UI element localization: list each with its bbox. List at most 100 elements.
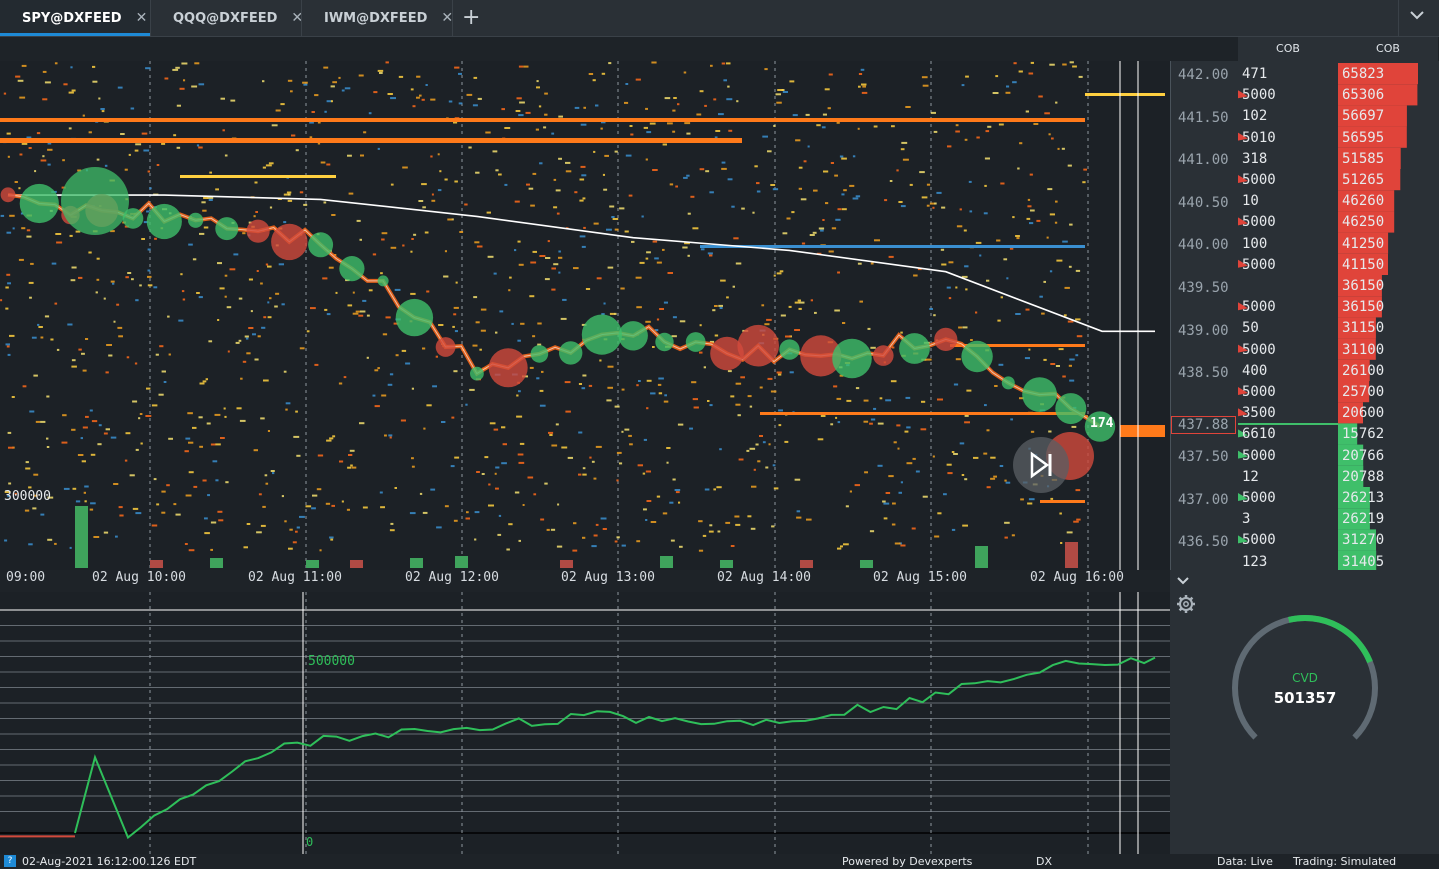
heatmap-cell — [22, 385, 27, 388]
heatmap-cell — [966, 389, 972, 392]
replay-button[interactable] — [1013, 437, 1069, 493]
heatmap-cell — [693, 406, 699, 409]
heatmap-cell — [118, 335, 123, 338]
heatmap-cell — [454, 330, 458, 333]
heatmap-cell — [351, 466, 357, 469]
heatmap-cell — [380, 506, 385, 509]
heatmap-cell — [238, 339, 242, 342]
close-icon[interactable]: ✕ — [136, 10, 148, 26]
heatmap-cell — [614, 150, 618, 153]
heatmap-cell — [1026, 217, 1031, 220]
heatmap-cell — [540, 518, 545, 521]
heatmap-cell — [4, 539, 8, 542]
heatmap-cell — [267, 301, 270, 304]
heatmap-cell — [593, 477, 597, 480]
heatmap-cell — [368, 289, 373, 292]
heatmap-cell — [360, 310, 366, 313]
price-tick-label: 437.50 — [1178, 449, 1229, 465]
tab-spy[interactable]: SPY@DXFEED ✕ — [0, 0, 150, 36]
heatmap-cell — [47, 538, 53, 541]
heatmap-cell — [662, 248, 665, 251]
heatmap-cell — [998, 363, 1004, 366]
heatmap-cell — [68, 127, 72, 130]
heatmap-cell — [423, 427, 426, 430]
heatmap-cell — [707, 252, 713, 255]
info-icon[interactable]: ? — [4, 855, 16, 867]
heatmap-cell — [54, 542, 57, 545]
heatmap-cell — [8, 482, 12, 485]
heatmap-cell — [562, 298, 567, 301]
heatmap-cell — [453, 370, 458, 373]
heatmap-cell — [530, 204, 535, 207]
heatmap-cell — [514, 249, 517, 252]
heatmap-cell — [999, 465, 1004, 467]
heatmap-cell — [466, 93, 473, 96]
heatmap-cell — [46, 395, 50, 398]
heatmap-cell — [904, 430, 909, 433]
heatmap-cell — [719, 307, 723, 309]
liquidity-band — [0, 138, 742, 143]
heatmap-cell — [384, 434, 387, 437]
cvd-subchart[interactable] — [0, 592, 1170, 854]
heatmap-cell — [720, 279, 726, 282]
heatmap-cell — [596, 277, 602, 280]
heatmap-cell — [1076, 335, 1083, 338]
heatmap-cell — [82, 114, 85, 117]
heatmap-cell — [873, 125, 878, 128]
heatmap-cell — [726, 62, 731, 65]
heatmap-cell — [149, 187, 152, 190]
heatmap-cell — [985, 130, 990, 133]
heatmap-cell — [672, 478, 676, 481]
heatmap-cell — [662, 143, 667, 146]
heatmap-cell — [267, 316, 272, 319]
heatmap-cell — [970, 339, 973, 341]
heatmap-cell — [564, 381, 571, 384]
heatmap-cell — [646, 379, 652, 382]
tab-iwm[interactable]: IWM@DXFEED ✕ — [302, 0, 453, 36]
heatmap-cell — [625, 83, 629, 85]
heatmap-cell — [686, 132, 691, 135]
heatmap-cell — [726, 98, 733, 101]
heatmap-cell — [155, 353, 159, 356]
heatmap-cell — [721, 167, 727, 170]
heatmap-cell — [961, 84, 965, 87]
cob-cumulative-value: 26219 — [1342, 511, 1385, 528]
heatmap-cell — [0, 214, 5, 217]
heatmap-cell — [161, 370, 166, 373]
heatmap-cell — [253, 215, 256, 218]
heatmap-cell — [805, 113, 810, 116]
heatmap-cell — [46, 437, 49, 440]
heatmap-cell — [147, 269, 151, 272]
heatmap-cell — [372, 394, 376, 397]
heatmap-cell — [151, 524, 158, 527]
heatmap-cell — [240, 377, 243, 380]
heatmap-cell — [639, 261, 645, 264]
heatmap-cell — [517, 240, 521, 243]
heatmap-cell — [828, 73, 833, 76]
chevron-down-icon[interactable] — [1410, 8, 1424, 24]
heatmap-cell — [98, 97, 101, 100]
plus-icon[interactable]: + — [462, 5, 480, 30]
heatmap-cell — [713, 98, 717, 101]
heatmap-chart[interactable] — [0, 61, 1170, 570]
heatmap-cell — [602, 173, 605, 176]
heatmap-cell — [489, 422, 496, 425]
tab-qqq[interactable]: QQQ@DXFEED ✕ — [151, 0, 303, 36]
heatmap-cell — [753, 468, 756, 471]
heatmap-cell — [699, 90, 704, 93]
trade-bubble — [146, 203, 182, 240]
heatmap-cell — [444, 250, 447, 253]
heatmap-cell — [738, 458, 744, 461]
heatmap-cell — [233, 253, 239, 256]
heatmap-cell — [344, 87, 351, 90]
cob-cumulative-value: 56595 — [1342, 129, 1385, 146]
heatmap-cell — [254, 358, 259, 361]
heatmap-cell — [110, 436, 117, 439]
heatmap-cell — [115, 535, 118, 538]
heatmap-cell — [248, 278, 253, 281]
heatmap-cell — [299, 347, 305, 350]
heatmap-cell — [545, 257, 551, 259]
heatmap-cell — [1051, 137, 1054, 140]
heatmap-cell — [951, 451, 955, 453]
heatmap-cell — [430, 155, 433, 158]
